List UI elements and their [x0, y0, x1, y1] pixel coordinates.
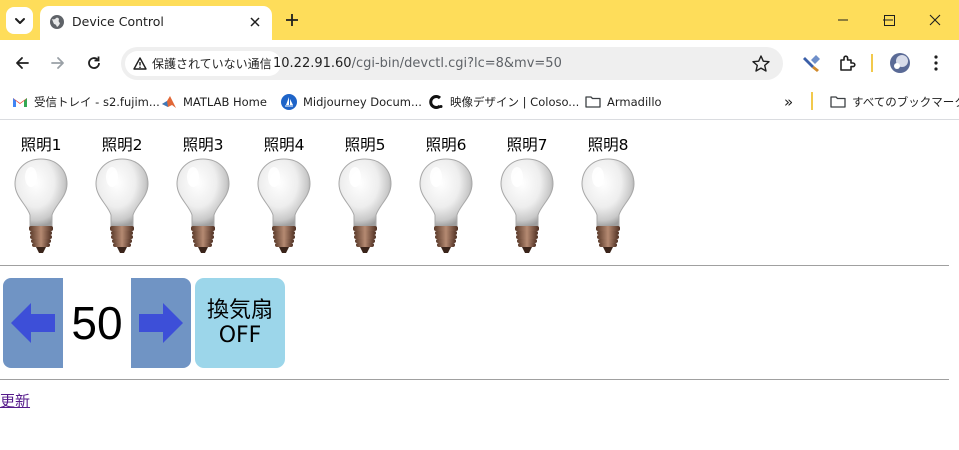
increase-button[interactable] — [131, 278, 191, 368]
globe-icon — [50, 15, 64, 29]
back-button[interactable] — [8, 49, 36, 77]
bookmark-star-icon[interactable] — [751, 54, 771, 74]
separator — [0, 265, 949, 266]
minimize-window-button[interactable] — [820, 0, 866, 40]
back-arrow-icon — [16, 57, 29, 69]
bookmark-label: 受信トレイ - s2.fujim... — [34, 95, 160, 109]
all-bookmarks-label: すべてのブックマーク — [852, 95, 959, 109]
bookmark-gmail[interactable]: 受信トレイ - s2.fujim... — [12, 93, 160, 111]
warning-icon — [133, 57, 147, 70]
bookmark-matlab[interactable]: MATLAB Home — [161, 93, 267, 111]
coloso-icon — [429, 95, 443, 109]
decrease-button[interactable] — [3, 278, 63, 368]
bookmark-label: Midjourney Docum... — [303, 95, 422, 109]
new-tab-button[interactable] — [281, 9, 303, 31]
light-label: 照明7 — [506, 136, 548, 154]
lightbulb-icon — [257, 158, 311, 253]
all-bookmarks-button[interactable]: すべてのブックマーク — [830, 93, 959, 111]
extension-button[interactable] — [798, 49, 826, 77]
arrow-right-icon — [139, 303, 183, 343]
browser-toolbar: 保護されていない通信 10.22.91.60/cgi-bin/devctl.cg… — [0, 40, 959, 85]
security-label: 保護されていない通信 — [152, 57, 272, 71]
light-7-button[interactable]: 照明7 — [495, 131, 559, 257]
url-host: 10.22.91.60 — [273, 56, 352, 71]
arrow-left-icon — [11, 303, 55, 343]
refresh-link[interactable]: 更新 — [0, 390, 30, 411]
fan-state: OFF — [218, 323, 262, 348]
close-icon — [250, 17, 260, 27]
light-4-button[interactable]: 照明4 — [252, 131, 316, 257]
kebab-menu-icon — [934, 55, 938, 71]
toolbar-divider — [871, 54, 873, 72]
level-value: 50 — [71, 297, 123, 349]
light-label: 照明4 — [263, 136, 305, 154]
separator — [0, 379, 949, 380]
light-label: 照明1 — [20, 136, 62, 154]
lightbulb-icon — [500, 158, 554, 253]
folder-icon — [830, 96, 846, 108]
lightbulb-icon — [95, 158, 149, 253]
bookmark-label: 映像デザイン | Coloso... — [450, 95, 580, 109]
light-2-button[interactable]: 照明2 — [90, 131, 154, 257]
puzzle-icon — [840, 55, 856, 71]
fan-toggle-button[interactable]: 換気扇 OFF — [195, 278, 285, 368]
bookmark-midjourney[interactable]: Midjourney Docum... — [281, 93, 422, 111]
extensions-menu-button[interactable] — [833, 49, 861, 77]
reload-icon — [88, 56, 100, 69]
lightbulb-icon — [176, 158, 230, 253]
reload-button[interactable] — [80, 49, 108, 77]
chevron-double-right-icon: » — [784, 93, 794, 111]
bookmark-label: MATLAB Home — [183, 95, 267, 109]
browser-menu-button[interactable] — [922, 49, 950, 77]
light-label: 照明3 — [182, 136, 224, 154]
bookmarks-divider — [811, 92, 813, 110]
url-path: /cgi-bin/devctl.cgi?lc=8&mv=50 — [351, 56, 562, 71]
fan-name: 換気扇 — [206, 297, 273, 323]
midjourney-icon — [281, 94, 297, 110]
lightbulb-icon — [14, 158, 68, 253]
extension-brush-icon — [803, 55, 820, 72]
chevron-down-icon — [14, 17, 25, 24]
profile-button[interactable] — [886, 49, 914, 77]
minimize-icon — [838, 19, 848, 21]
bookmarks-overflow-button[interactable]: » — [784, 93, 793, 111]
light-label: 照明5 — [344, 136, 386, 154]
tab-close-button[interactable] — [246, 13, 264, 31]
lightbulb-icon — [581, 158, 635, 253]
tab-search-button[interactable] — [6, 7, 33, 34]
maximize-button[interactable] — [866, 0, 912, 40]
matlab-icon — [162, 96, 176, 108]
close-window-button[interactable] — [912, 0, 958, 40]
tab-strip: Device Control — [0, 0, 959, 40]
forward-button[interactable] — [44, 49, 72, 77]
page-content: 照明1 照明2 照明3 照明4 照明5 照明6 照明7 照明8 50 換気扇 O… — [0, 121, 959, 450]
bookmarks-bar: 受信トレイ - s2.fujim... MATLAB Home Midjourn… — [0, 85, 959, 120]
tab-title: Device Control — [72, 14, 164, 29]
active-tab[interactable]: Device Control — [40, 6, 272, 40]
light-6-button[interactable]: 照明6 — [414, 131, 478, 257]
avatar — [890, 53, 910, 73]
close-icon — [929, 14, 941, 26]
light-3-button[interactable]: 照明3 — [171, 131, 235, 257]
lightbulb-icon — [338, 158, 392, 253]
forward-arrow-icon — [51, 57, 64, 69]
maximize-icon — [883, 14, 895, 26]
light-label: 照明6 — [425, 136, 467, 154]
address-bar[interactable]: 保護されていない通信 10.22.91.60/cgi-bin/devctl.cg… — [121, 47, 783, 80]
folder-icon — [585, 96, 601, 108]
lights-row: 照明1 照明2 照明3 照明4 照明5 照明6 照明7 照明8 — [0, 121, 959, 261]
security-chip[interactable]: 保護されていない通信 — [125, 51, 281, 76]
bookmark-coloso[interactable]: 映像デザイン | Coloso... — [428, 93, 579, 111]
light-8-button[interactable]: 照明8 — [576, 131, 640, 257]
bookmark-label: Armadillo — [607, 95, 662, 109]
plus-icon — [286, 14, 298, 26]
light-label: 照明8 — [587, 136, 629, 154]
light-1-button[interactable]: 照明1 — [9, 131, 73, 257]
lightbulb-icon — [419, 158, 473, 253]
gmail-icon — [13, 98, 27, 107]
bookmark-folder-armadillo[interactable]: Armadillo — [585, 93, 662, 111]
light-5-button[interactable]: 照明5 — [333, 131, 397, 257]
url-text: 10.22.91.60/cgi-bin/devctl.cgi?lc=8&mv=5… — [273, 56, 562, 71]
light-label: 照明2 — [101, 136, 143, 154]
